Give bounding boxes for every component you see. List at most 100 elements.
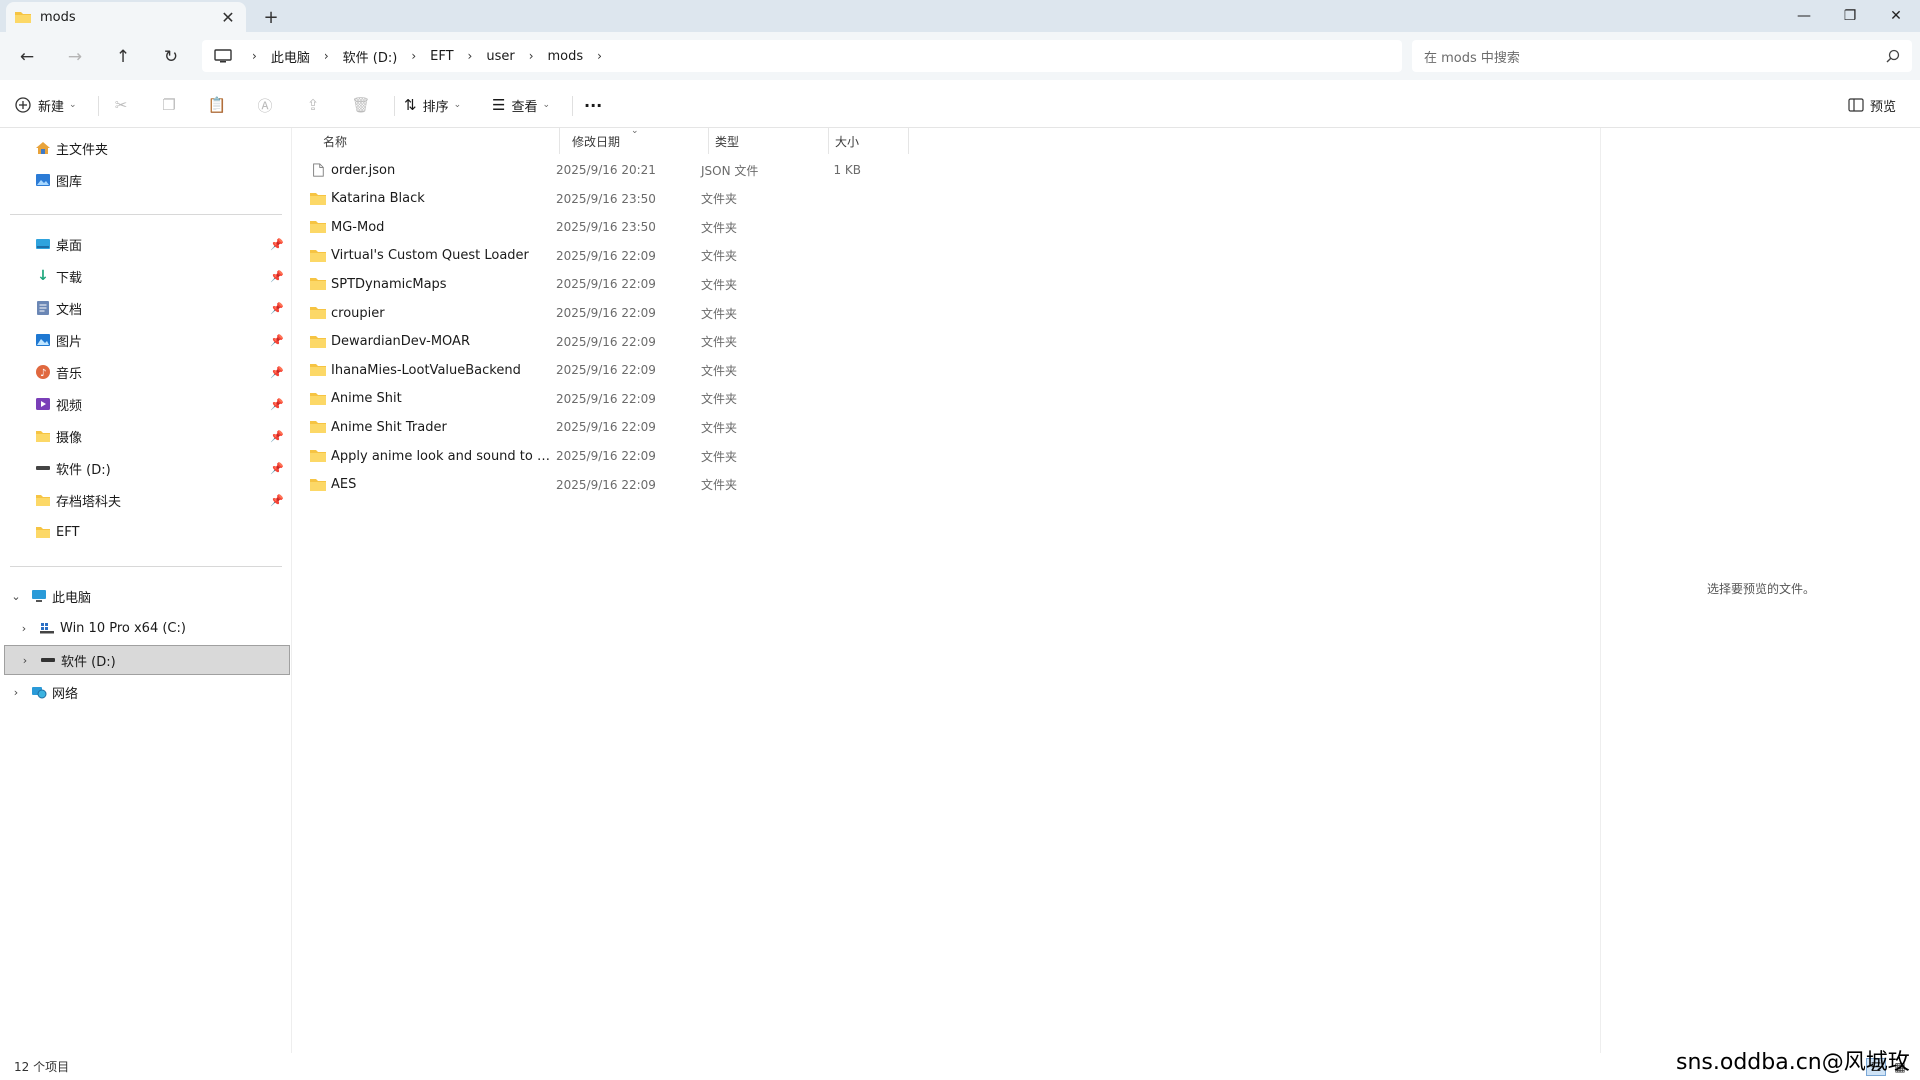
file-name: order.json (331, 162, 396, 178)
file-name: Apply anime look and sound to all c... (331, 448, 557, 464)
network-icon (30, 684, 48, 700)
more-options-button[interactable]: ··· (584, 90, 602, 120)
sidebar-item-pictures[interactable]: 图片 📌 (0, 325, 292, 355)
folder-row[interactable]: Katarina Black 2025/9/16 23:50 文件夹 (309, 185, 909, 213)
file-row[interactable]: order.json 2025/9/16 20:21 JSON 文件 1 KB (309, 156, 909, 184)
breadcrumb-item[interactable]: mods (544, 49, 588, 64)
sidebar-item-drive-d-selected[interactable]: › 软件 (D:) (4, 645, 290, 675)
sidebar-item-label: 软件 (D:) (61, 654, 116, 670)
chevron-right-icon[interactable]: › (529, 49, 534, 63)
maximize-button[interactable]: ❐ (1827, 0, 1873, 32)
folder-row[interactable]: DewardianDev-MOAR 2025/9/16 22:09 文件夹 (309, 328, 909, 356)
sidebar-item-music[interactable]: ♪ 音乐 📌 (0, 357, 292, 387)
file-type: 文件夹 (701, 363, 738, 378)
chevron-down-icon[interactable]: ⌄ (8, 590, 24, 603)
new-tab-button[interactable]: + (258, 4, 284, 30)
sidebar-item-this-pc[interactable]: ⌄ 此电脑 (0, 581, 292, 611)
chevron-right-icon[interactable]: › (597, 49, 602, 63)
close-window-button[interactable]: ✕ (1873, 0, 1919, 32)
chevron-right-icon[interactable]: › (411, 49, 416, 63)
paste-icon[interactable]: 📋 (202, 90, 232, 120)
copy-icon[interactable]: ❐ (154, 90, 184, 120)
column-header-size[interactable]: 大小 (829, 128, 909, 154)
forward-button[interactable]: → (60, 42, 90, 72)
sidebar-item-camera[interactable]: 摄像 📌 (0, 421, 292, 451)
chevron-right-icon[interactable]: › (8, 686, 24, 699)
sidebar-item-eft[interactable]: EFT (0, 517, 292, 547)
folder-row[interactable]: MG-Mod 2025/9/16 23:50 文件夹 (309, 213, 909, 241)
pin-icon[interactable]: 📌 (270, 430, 284, 443)
sidebar-item-drive-d[interactable]: 软件 (D:) 📌 (0, 453, 292, 483)
folder-row[interactable]: SPTDynamicMaps 2025/9/16 22:09 文件夹 (309, 270, 909, 298)
chevron-right-icon[interactable]: › (17, 654, 33, 667)
new-button[interactable]: 新建 ⌄ (14, 90, 77, 120)
delete-icon[interactable]: 🗑 (346, 90, 376, 120)
cut-icon[interactable]: ✂ (106, 90, 136, 120)
breadcrumb-item[interactable]: 此电脑 (267, 47, 314, 66)
back-button[interactable]: ← (12, 42, 42, 72)
sort-button[interactable]: ⇅ 排序 ⌄ (404, 90, 461, 120)
column-header-type[interactable]: 类型 (709, 128, 829, 154)
pin-icon[interactable]: 📌 (270, 398, 284, 411)
sidebar-item-tarkov-saves[interactable]: 存档塔科夫 📌 (0, 485, 292, 515)
breadcrumb-item[interactable]: user (482, 49, 518, 64)
breadcrumb-item[interactable]: 软件 (D:) (339, 47, 402, 66)
folder-row[interactable]: Virtual's Custom Quest Loader 2025/9/16 2… (309, 242, 909, 270)
folder-row[interactable]: Anime Shit 2025/9/16 22:09 文件夹 (309, 385, 909, 413)
sidebar-item-documents[interactable]: 文档 📌 (0, 293, 292, 323)
tab-mods[interactable]: mods ✕ (6, 2, 246, 32)
sidebar-item-drive-c[interactable]: › Win 10 Pro x64 (C:) (0, 613, 292, 643)
divider (98, 96, 99, 116)
breadcrumb-item[interactable]: EFT (426, 49, 457, 64)
column-header-date[interactable]: 修改日期 (566, 128, 709, 154)
rename-icon[interactable]: Ⓐ (250, 90, 280, 120)
pin-icon[interactable]: 📌 (270, 494, 284, 507)
sidebar-item-label: 主文件夹 (56, 142, 109, 158)
file-icon (309, 163, 331, 177)
sidebar-item-home[interactable]: 主文件夹 (0, 133, 292, 163)
pin-icon[interactable]: 📌 (270, 366, 284, 379)
chevron-right-icon[interactable]: › (324, 49, 329, 63)
folder-row[interactable]: AES 2025/9/16 22:09 文件夹 (309, 471, 909, 499)
pin-icon[interactable]: 📌 (270, 302, 284, 315)
preview-pane-button[interactable]: 预览 (1848, 90, 1896, 120)
pin-icon[interactable]: 📌 (270, 462, 284, 475)
file-name: DewardianDev-MOAR (331, 334, 470, 350)
folder-row[interactable]: Anime Shit Trader 2025/9/16 22:09 文件夹 (309, 413, 909, 441)
sidebar-item-downloads[interactable]: ↓ 下载 📌 (0, 261, 292, 291)
breadcrumb[interactable]: › 此电脑 › 软件 (D:) › EFT › user › mods › (202, 40, 1402, 72)
gallery-icon (34, 172, 52, 188)
pictures-icon (34, 332, 52, 348)
this-pc-icon (30, 588, 48, 604)
share-icon[interactable]: ⇪ (298, 90, 328, 120)
search-input[interactable]: 在 mods 中搜索 (1412, 40, 1912, 72)
up-button[interactable]: ↑ (108, 42, 138, 72)
chevron-right-icon[interactable]: › (468, 49, 473, 63)
folder-row[interactable]: IhanaMies-LootValueBackend 2025/9/16 22:0… (309, 356, 909, 384)
sidebar-item-network[interactable]: › 网络 (0, 677, 292, 707)
sidebar-item-videos[interactable]: 视频 📌 (0, 389, 292, 419)
minimize-button[interactable]: — (1781, 0, 1827, 32)
folder-row[interactable]: Apply anime look and sound to all c... 20… (309, 442, 909, 470)
sidebar-item-gallery[interactable]: 图库 (0, 165, 292, 195)
svg-text:♪: ♪ (40, 368, 46, 379)
column-label: 修改日期 (572, 134, 621, 149)
pin-icon[interactable]: 📌 (270, 238, 284, 251)
chevron-right-icon[interactable]: › (16, 622, 32, 635)
refresh-button[interactable]: ↻ (156, 42, 186, 72)
sidebar-item-desktop[interactable]: 桌面 📌 (0, 229, 292, 259)
view-button[interactable]: ☰ 查看 ⌄ (492, 90, 550, 120)
pin-icon[interactable]: 📌 (270, 334, 284, 347)
home-icon (34, 140, 52, 156)
desktop-icon (34, 236, 52, 252)
file-name: SPTDynamicMaps (331, 276, 447, 292)
column-header-name[interactable]: 名称 (317, 128, 560, 154)
pin-icon[interactable]: 📌 (270, 270, 284, 283)
folder-row[interactable]: croupier 2025/9/16 22:09 文件夹 (309, 299, 909, 327)
close-tab-icon[interactable]: ✕ (218, 7, 238, 27)
chevron-right-icon[interactable]: › (252, 49, 257, 63)
file-name: croupier (331, 305, 385, 321)
folder-icon (309, 249, 331, 263)
monitor-icon[interactable] (214, 49, 232, 63)
folder-icon (309, 363, 331, 377)
